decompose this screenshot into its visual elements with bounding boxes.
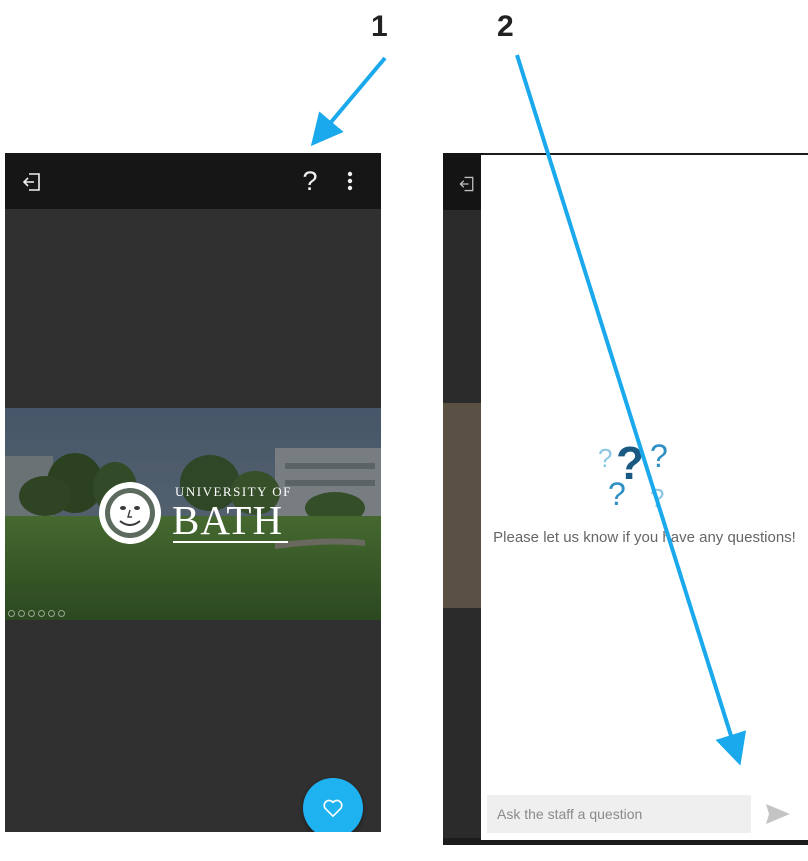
empty-state-message: Please let us know if you have any quest… xyxy=(493,529,796,546)
send-icon xyxy=(766,804,790,824)
top-app-bar: ? xyxy=(5,153,381,209)
presentation-slide[interactable]: UNIVERSITY OF BATH xyxy=(5,408,381,620)
exit-icon xyxy=(458,175,478,195)
exit-icon[interactable] xyxy=(19,169,45,195)
phone-screen-2: ? ? ? ? ? Please let us know if you have… xyxy=(443,153,808,845)
step-1-label: 1 xyxy=(371,10,388,43)
slide-control-icon[interactable] xyxy=(28,610,35,617)
slide-control-icon[interactable] xyxy=(58,610,65,617)
svg-text:?: ? xyxy=(650,438,668,474)
slide-control-icon[interactable] xyxy=(8,610,15,617)
heart-icon xyxy=(323,799,343,817)
slide-control-icon[interactable] xyxy=(18,610,25,617)
phone-screen-1: ? UNIVERSITY OF BATH xyxy=(5,153,381,832)
svg-text:?: ? xyxy=(608,476,626,512)
logo-text-bath: BATH xyxy=(172,497,284,543)
send-button[interactable] xyxy=(764,802,792,826)
slide-controls[interactable] xyxy=(8,610,65,617)
background-slide xyxy=(443,403,483,608)
slide-control-icon[interactable] xyxy=(48,610,55,617)
help-question-icon[interactable]: ? xyxy=(295,165,325,197)
annotation-arrow-1 xyxy=(310,56,387,147)
svg-text:?: ? xyxy=(598,443,612,473)
favorite-button[interactable] xyxy=(303,778,363,832)
more-vertical-icon[interactable] xyxy=(338,167,362,195)
step-2-label: 2 xyxy=(497,10,514,43)
slide-control-icon[interactable] xyxy=(38,610,45,617)
question-marks-icon: ? ? ? ? ? xyxy=(598,437,668,512)
logo-underline xyxy=(173,541,288,543)
svg-text:?: ? xyxy=(650,483,664,512)
ask-question-input[interactable] xyxy=(487,795,751,833)
questions-dialog: ? ? ? ? ? Please let us know if you have… xyxy=(481,155,808,840)
